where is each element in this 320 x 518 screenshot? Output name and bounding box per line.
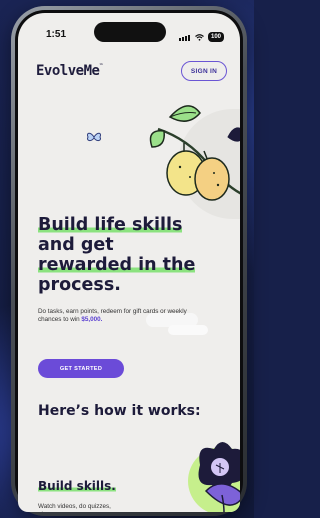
wifi-icon	[195, 33, 204, 41]
status-bar: 1:51 100	[18, 13, 240, 47]
hero-line-4: process.	[38, 275, 121, 295]
lemon-illustration	[149, 105, 240, 201]
prize-amount: $5,000.	[81, 316, 103, 323]
step-title: Build skills.	[38, 479, 116, 493]
flower-illustration	[188, 442, 240, 512]
app-screen: 1:51 100 EvolveMe™ SIGN IN Build life sk…	[18, 13, 240, 512]
hero-heading: Build life skills and get rewarded in th…	[38, 215, 238, 295]
step-title-text: Build skills.	[38, 479, 116, 493]
trademark-mark: ™	[99, 63, 102, 69]
phone-frame: 1:51 100 EvolveMe™ SIGN IN Build life sk…	[11, 6, 247, 516]
get-started-button[interactable]: GET STARTED	[38, 359, 124, 378]
phone-bezel: 1:51 100 EvolveMe™ SIGN IN Build life sk…	[15, 10, 243, 512]
step-description: Watch videos, do quizzes, play games	[38, 503, 111, 512]
hero-subtitle-text: Do tasks, earn points, redeem for gift c…	[38, 308, 187, 323]
hero-line-2: and get	[38, 235, 114, 255]
butterfly-icon	[87, 132, 101, 141]
decor-cloud	[168, 325, 208, 335]
hero-line-1: Build life skills	[38, 215, 183, 235]
status-time: 1:51	[46, 29, 67, 40]
how-it-works-heading: Here’s how it works:	[38, 403, 201, 419]
battery-icon: 100	[207, 32, 224, 42]
signal-icon	[178, 28, 191, 46]
hero-subtitle: Do tasks, earn points, redeem for gift c…	[38, 308, 188, 324]
sign-in-button[interactable]: SIGN IN	[181, 61, 227, 81]
logo-text: EvolveMe	[36, 63, 100, 79]
brand-logo[interactable]: EvolveMe™	[36, 63, 102, 79]
status-icons: 100	[178, 28, 224, 46]
dynamic-island	[94, 22, 166, 42]
hero-line-3: rewarded in the	[38, 255, 196, 275]
